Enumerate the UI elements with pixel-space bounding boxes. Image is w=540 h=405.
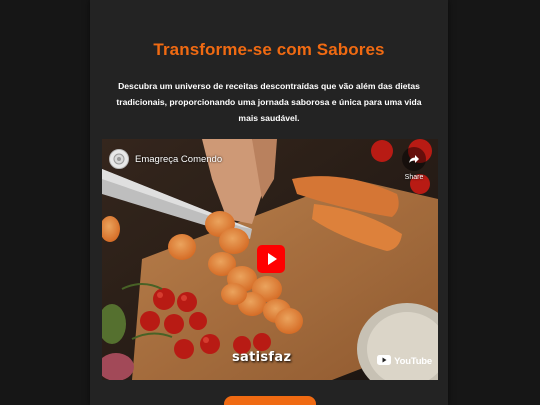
share-button[interactable]: Share (400, 147, 428, 185)
play-button-icon[interactable] (257, 245, 285, 273)
channel-info[interactable]: Emagreça Comendo (109, 149, 222, 169)
share-label: Share (404, 174, 424, 181)
page-title: Transforme-se com Sabores (153, 40, 385, 59)
youtube-logo-icon (377, 352, 392, 370)
avatar-icon[interactable] (109, 149, 129, 169)
youtube-label: YouTube (394, 355, 432, 367)
content-card: Transforme-se com Sabores Descubra um un… (90, 0, 448, 405)
page-description: Descubra um universo de receitas descont… (116, 81, 422, 123)
cta-button[interactable] (224, 396, 316, 405)
video-embed[interactable]: Emagreça Comendo Share satisfaz YouTube (102, 139, 438, 380)
share-arrow-icon[interactable] (402, 147, 426, 171)
youtube-link[interactable]: YouTube (377, 354, 432, 368)
video-watermark: satisfaz (232, 350, 292, 365)
channel-name[interactable]: Emagreça Comendo (135, 154, 222, 165)
